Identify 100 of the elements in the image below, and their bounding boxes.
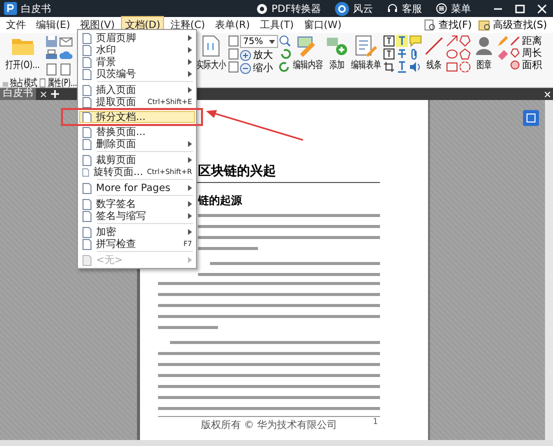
text-box-icon[interactable]	[383, 35, 395, 47]
underline-text-icon[interactable]	[396, 61, 408, 73]
edit-form-button[interactable]: 编辑表单	[350, 35, 382, 72]
comment-icon[interactable]	[409, 35, 422, 47]
section-heading: 链的起源	[196, 193, 243, 208]
highlight-text-icon[interactable]	[396, 35, 408, 47]
eraser-icon[interactable]	[497, 48, 509, 60]
menu-item[interactable]: 替换页面...	[79, 126, 195, 138]
stamp-button[interactable]: 图章	[472, 35, 496, 72]
menu-item[interactable]: 页眉页脚	[79, 32, 195, 44]
strikeout-text-icon[interactable]	[396, 48, 408, 60]
menu-bar-item[interactable]: 窗口(W)	[300, 16, 346, 34]
close-tab-icon[interactable]	[40, 90, 47, 98]
close-panel-icon[interactable]	[544, 90, 551, 98]
speaker-icon[interactable]	[409, 61, 421, 73]
page-icon	[82, 226, 92, 238]
page-icon	[82, 254, 92, 266]
page-icon	[82, 198, 92, 210]
page-icon	[82, 44, 92, 56]
document-tab[interactable]: 白皮书	[0, 88, 36, 100]
perimeter-button[interactable]: 周长	[510, 47, 542, 59]
zoom-out-button[interactable]: 缩小	[240, 62, 278, 74]
menu-item[interactable]: 加密	[79, 226, 195, 238]
rectangle-icon[interactable]	[446, 61, 458, 73]
menu-icon	[436, 3, 447, 14]
page-icon	[82, 56, 92, 68]
menu-item[interactable]: 插入页面	[79, 84, 195, 96]
plus-icon	[240, 50, 251, 60]
menu-link[interactable]: 菜单	[451, 2, 471, 16]
document-icon[interactable]	[45, 63, 58, 76]
minus-icon	[240, 62, 251, 74]
arrow-icon[interactable]	[446, 35, 458, 47]
panel-toggle-icon[interactable]	[523, 110, 539, 126]
menu-bar-item[interactable]: 编辑(E)	[32, 16, 74, 34]
fit-visible-icon[interactable]	[228, 61, 239, 73]
zoom-in-button[interactable]: 放大	[240, 49, 278, 61]
advanced-find-link[interactable]: 高级查找(S)	[492, 18, 547, 32]
open-button[interactable]: 打开(O)...	[2, 35, 44, 72]
close-icon[interactable]	[537, 4, 547, 14]
polygon-icon	[510, 48, 520, 58]
line-button[interactable]: 线条	[423, 35, 445, 72]
menu-item[interactable]: More for Pages	[79, 182, 195, 194]
menu-item[interactable]: 拆分文档...	[79, 111, 195, 123]
stamp-icon	[473, 35, 495, 57]
page-icon	[82, 84, 92, 96]
page-icon	[82, 154, 92, 166]
menu-item[interactable]: 签名与缩写	[79, 210, 195, 222]
ruler-icon	[510, 36, 520, 46]
mail-icon[interactable]	[59, 35, 73, 48]
find-link[interactable]: 查找(F)	[438, 18, 472, 32]
properties-button[interactable]: 属性(P)...	[39, 76, 78, 90]
zoom-select[interactable]: 75%	[240, 35, 278, 48]
ellipse-icon[interactable]	[446, 48, 458, 60]
page-icon	[82, 68, 92, 80]
menu-bar-item[interactable]: 工具(T)	[256, 16, 298, 34]
menu-bar-item[interactable]: 表单(R)	[211, 16, 254, 34]
pentagon-icon[interactable]	[459, 48, 471, 60]
page-icon[interactable]	[59, 63, 72, 76]
headset-icon	[387, 3, 398, 14]
fit-page-icon[interactable]	[228, 35, 239, 47]
menu-item[interactable]: 水印	[79, 44, 195, 56]
menu-item[interactable]: 背景	[79, 56, 195, 68]
page-icon	[82, 238, 92, 250]
converter-link[interactable]: PDF转换器	[272, 2, 321, 16]
converter-icon	[256, 2, 268, 14]
page-icon	[82, 112, 92, 122]
edit-content-button[interactable]: 编辑内容	[292, 35, 324, 72]
advanced-find-icon	[478, 19, 491, 31]
window-title: 白皮书	[21, 2, 51, 16]
line-icon	[424, 35, 444, 57]
page-icon	[82, 182, 92, 194]
text-box-icon[interactable]	[383, 48, 395, 60]
printer-icon[interactable]	[45, 49, 58, 62]
zoom-icon[interactable]	[279, 35, 291, 47]
rotate-right-icon[interactable]	[279, 61, 291, 73]
page-icon	[82, 210, 92, 222]
add-button[interactable]: 添加	[325, 35, 349, 72]
page-icon	[82, 138, 92, 150]
support-link[interactable]: 客服	[402, 2, 422, 16]
menu-bar-item[interactable]: 文件	[2, 16, 30, 34]
cloud-icon[interactable]	[59, 49, 73, 62]
distance-button[interactable]: 距离	[510, 35, 542, 47]
menu-item[interactable]: 数字签名	[79, 198, 195, 210]
menu-item[interactable]: 贝茨编号	[79, 68, 195, 80]
crop-icon[interactable]	[383, 61, 395, 73]
rotate-left-icon[interactable]	[279, 48, 291, 60]
page-icon	[82, 32, 92, 44]
app-logo-icon	[4, 2, 17, 15]
cloud-shape-icon[interactable]	[459, 61, 471, 73]
page-footer: 版权所有 © 华为技术有限公司	[200, 418, 338, 432]
area-button[interactable]: 面积	[510, 59, 542, 71]
menu-item[interactable]: 删除页面	[79, 138, 195, 150]
scrollbar[interactable]	[545, 100, 553, 440]
page-icon	[82, 126, 92, 138]
maximize-icon[interactable]	[515, 4, 525, 14]
new-tab-icon[interactable]	[51, 90, 59, 98]
fit-width-icon[interactable]	[228, 48, 239, 60]
polygon-icon[interactable]	[459, 35, 471, 47]
user-name[interactable]: 风云	[353, 2, 373, 16]
save-icon[interactable]	[45, 35, 58, 48]
